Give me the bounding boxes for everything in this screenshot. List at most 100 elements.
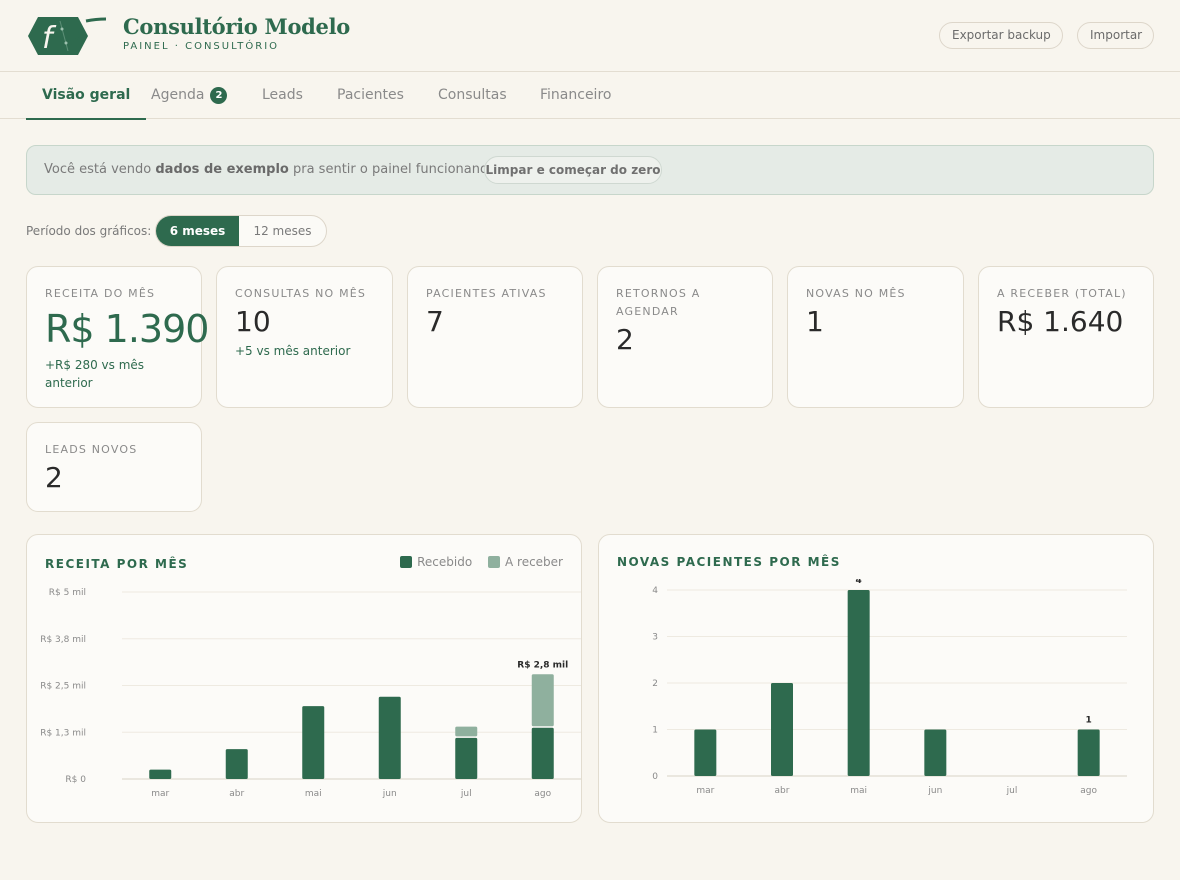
legend-item-a-receber: A receber — [488, 555, 563, 569]
new-patients-chart-card: NOVAS PACIENTES POR MÊS 0 1 2 3 4 mar abr mai 4 j… — [598, 534, 1154, 823]
agenda-count-badge: 2 — [210, 87, 228, 104]
bar-abr-recebido — [225, 749, 248, 779]
chart-period-selector: 6 meses 12 meses — [155, 215, 327, 247]
brand-logo-icon: f v — [28, 17, 107, 56]
kpi-label: Consultas no mês — [235, 287, 367, 300]
x-tick-label: mai — [305, 789, 322, 799]
y-tick-label: 0 — [652, 772, 658, 782]
banner-text-before: Você está vendo — [44, 162, 156, 177]
data-label: R$ 2,8 mil — [517, 660, 568, 670]
kpi-label: Pacientes ativas — [426, 287, 547, 300]
kpi-card-consultas-no-mes: Consultas no mês 10 +5 vs mês anterior — [216, 266, 393, 408]
brand-subtitle: PAINEL · CONSULTÓRIO — [123, 41, 280, 52]
clear-sample-data-button[interactable]: Limpar e começar do zero — [484, 156, 662, 184]
tab-leads[interactable]: Leads — [262, 73, 303, 119]
x-tick-label: jul — [460, 789, 472, 799]
x-tick-label: ago — [1080, 786, 1097, 796]
bar-ago — [1077, 729, 1100, 776]
banner-text-after: pra sentir o painel funcionando. — [288, 162, 501, 177]
kpi-value: 7 — [426, 305, 444, 338]
x-tick-label: ago — [534, 789, 551, 799]
bar-mar — [694, 729, 717, 776]
x-tick-label: jul — [1006, 786, 1018, 796]
x-tick-label: mai — [850, 786, 867, 796]
tab-label: Pacientes — [337, 87, 404, 103]
kpi-value: 2 — [45, 461, 63, 494]
bar-jun-recebido — [378, 696, 401, 779]
tab-bar: Visão geral Agenda 2 Leads Pacientes Cons… — [0, 73, 1180, 120]
kpi-label: Retornos a agendar — [616, 287, 701, 318]
import-button[interactable]: Importar — [1077, 22, 1154, 49]
bar-jun — [924, 729, 947, 776]
svg-text:v: v — [64, 21, 83, 56]
chart-period-label: Período dos gráficos: — [26, 224, 152, 238]
brand-title: Consultório Modelo — [123, 14, 351, 39]
kpi-card-a-receber-total: A receber (total) R$ 1.640 — [978, 266, 1154, 408]
kpi-value: 1 — [806, 305, 824, 338]
x-tick-label: mar — [151, 789, 169, 799]
kpi-card-retornos-a-agendar: Retornos a agendar 2 — [597, 266, 773, 408]
bar-mar-recebido — [149, 769, 172, 779]
tab-agenda[interactable]: Agenda 2 — [151, 73, 228, 119]
y-tick-label: 2 — [652, 679, 658, 689]
tab-label: Consultas — [438, 87, 507, 103]
x-tick-label: abr — [229, 789, 244, 799]
tab-consultas[interactable]: Consultas — [438, 73, 507, 119]
kpi-note: +R$ 280 vs mês anterior — [45, 358, 145, 390]
data-label: 1 — [1086, 716, 1092, 726]
legend-label: Recebido — [417, 555, 473, 569]
tab-visao-geral[interactable]: Visão geral — [25, 73, 147, 120]
y-tick-label: R$ 0 — [65, 775, 86, 785]
period-option-6-months[interactable]: 6 meses — [156, 216, 239, 246]
tab-financeiro[interactable]: Financeiro — [540, 73, 611, 119]
kpi-value: 2 — [616, 323, 634, 356]
legend-label: A receber — [505, 555, 563, 569]
tab-label: Financeiro — [540, 87, 612, 103]
tab-pacientes[interactable]: Pacientes — [337, 73, 404, 119]
x-tick-label: jun — [382, 789, 397, 799]
revenue-bar-chart: R$ 0 R$ 1,3 mil R$ 2,5 mil R$ 3,8 mil R$ 5 m… — [40, 588, 581, 799]
bar-ago-a-receber — [531, 674, 554, 727]
kpi-label: Receita do mês — [45, 287, 156, 300]
chart-legend: Recebido A receber — [388, 555, 563, 569]
kpi-card-receita-do-mes: Receita do mês R$ 1.390 +R$ 280 vs mês a… — [26, 266, 209, 408]
legend-swatch-recebido — [400, 556, 413, 568]
y-tick-label: R$ 1,3 mil — [40, 728, 86, 738]
bar-abr — [771, 683, 793, 776]
legend-swatch-a-receber — [488, 556, 500, 568]
y-tick-label: 3 — [652, 633, 658, 643]
tab-label: Agenda — [151, 87, 205, 103]
bar-jul-recebido — [455, 737, 478, 779]
kpi-value: R$ 1.640 — [997, 305, 1124, 338]
y-tick-label: R$ 3,8 mil — [40, 635, 86, 645]
bar-ago-recebido — [531, 727, 554, 779]
bar-jul-a-receber — [455, 726, 478, 737]
kpi-value: 10 — [235, 305, 271, 338]
kpi-note: +5 vs mês anterior — [235, 344, 351, 358]
kpi-label: Leads novos — [45, 443, 138, 456]
kpi-value: R$ 1.390 — [45, 307, 209, 351]
tab-label: Leads — [262, 87, 303, 103]
new-patients-bar-chart: 0 1 2 3 4 mar abr mai 4 jun jul ago 1 — [652, 579, 1127, 796]
chart-title: RECEITA POR MÊS — [45, 557, 189, 571]
kpi-card-pacientes-ativas: Pacientes ativas 7 — [407, 266, 583, 408]
y-tick-label: R$ 2,5 mil — [40, 682, 86, 692]
data-label: 4 — [856, 579, 862, 586]
bar-mai-recebido — [302, 706, 325, 779]
kpi-label: A receber (total) — [997, 287, 1127, 300]
y-tick-label: R$ 5 mil — [49, 588, 86, 598]
banner-message: Você está vendo dados de exemplo pra sen… — [44, 162, 500, 177]
y-tick-label: 4 — [652, 586, 658, 596]
period-option-12-months[interactable]: 12 meses — [239, 216, 326, 246]
y-tick-label: 1 — [652, 726, 658, 736]
app-header: f v Consultório Modelo PAINEL · CONSULTÓ… — [0, 0, 1180, 72]
x-tick-label: mar — [696, 786, 714, 796]
revenue-chart-card: RECEITA POR MÊS Recebido A receber R$ 0R… — [26, 534, 582, 823]
bar-mai — [847, 590, 870, 776]
kpi-card-novas-no-mes: Novas no mês 1 — [787, 266, 964, 408]
tab-label: Visão geral — [42, 87, 131, 103]
x-tick-label: jun — [927, 786, 942, 796]
export-backup-button[interactable]: Exportar backup — [939, 22, 1063, 49]
banner-text-bold: dados de exemplo — [155, 162, 289, 177]
kpi-label: Novas no mês — [806, 287, 906, 300]
